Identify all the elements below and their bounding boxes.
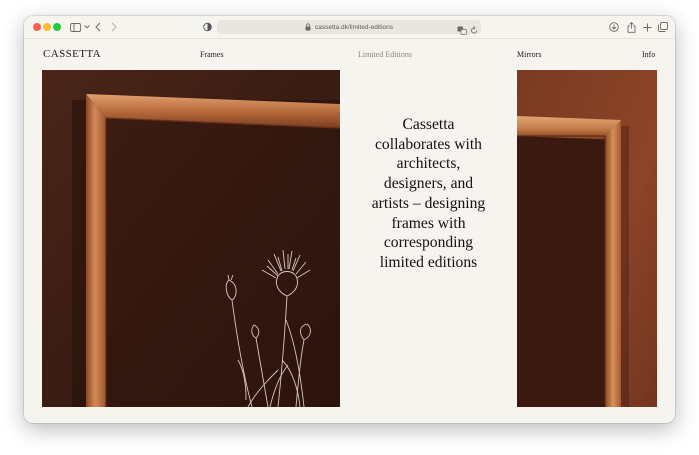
url-text: cassetta.dk/limited-editions [314, 23, 394, 31]
intro-headline: Cassetta collaborates with architects, d… [371, 116, 486, 271]
frame-photo-right[interactable] [517, 70, 657, 407]
close-window-button[interactable] [33, 23, 41, 31]
nav-link-mirrors[interactable]: Mirrors [517, 50, 541, 59]
minimize-window-button[interactable] [43, 23, 51, 31]
back-icon[interactable] [92, 20, 104, 34]
reload-icon[interactable] [470, 22, 478, 40]
site-logo[interactable]: CASSETTA [43, 48, 101, 60]
browser-toolbar: cassetta.dk/limited-editions [24, 16, 675, 39]
frame-illustration-right [517, 70, 657, 407]
browser-window: cassetta.dk/limited-editions CASSETTA Fr… [24, 16, 675, 423]
sidebar-icon[interactable] [66, 20, 84, 34]
new-tab-icon[interactable] [641, 20, 653, 34]
nav-link-limited-editions[interactable]: Limited Editions [358, 50, 412, 59]
lock-icon [305, 23, 312, 31]
frame-photo-left[interactable] [42, 70, 340, 407]
download-icon[interactable] [608, 20, 620, 34]
shield-icon[interactable] [201, 20, 213, 34]
tabs-overview-icon[interactable] [657, 20, 669, 34]
chevron-down-icon[interactable] [83, 20, 91, 34]
share-icon[interactable] [625, 20, 637, 34]
translate-icon[interactable] [457, 22, 467, 40]
forward-icon[interactable] [108, 20, 120, 34]
nav-link-info[interactable]: Info [642, 50, 655, 59]
nav-link-frames[interactable]: Frames [200, 50, 224, 59]
frame-illustration-left [42, 70, 340, 407]
address-bar[interactable]: cassetta.dk/limited-editions [217, 20, 481, 35]
zoom-window-button[interactable] [53, 23, 61, 31]
site-navigation: CASSETTA Frames Limited Editions Mirrors… [24, 39, 675, 69]
